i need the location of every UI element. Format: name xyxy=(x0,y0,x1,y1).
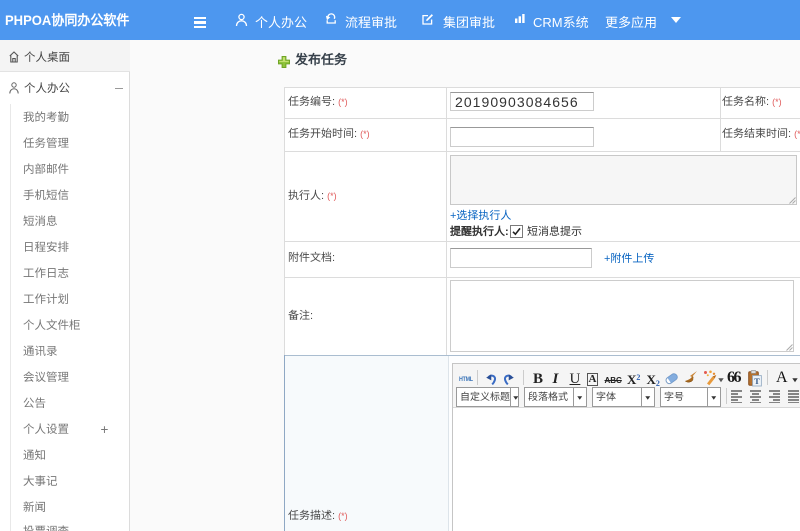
svg-text:T: T xyxy=(754,375,760,385)
